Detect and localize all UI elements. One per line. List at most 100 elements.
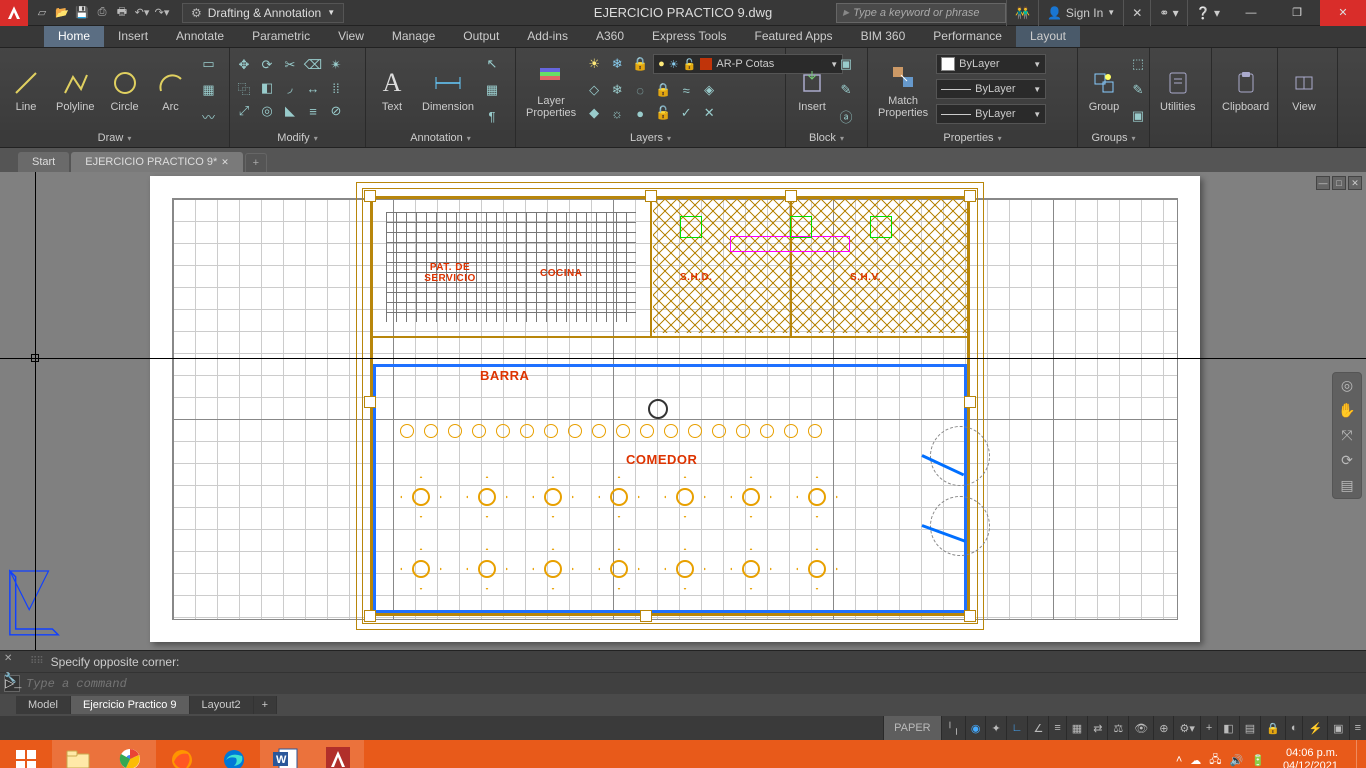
insert-block-button[interactable]: Insert (790, 52, 834, 128)
annoscale-icon[interactable]: ⚖ (1107, 716, 1128, 740)
panel-properties-title[interactable]: Properties (868, 130, 1077, 147)
lineweight-icon[interactable]: ≡ (1048, 716, 1065, 740)
new-icon[interactable]: ▱ (34, 5, 50, 21)
otrack-icon[interactable]: ∠ (1027, 716, 1048, 740)
dimension-button[interactable]: Dimension (416, 52, 480, 128)
arc-button[interactable]: Arc (149, 52, 193, 128)
save-icon[interactable]: 💾 (74, 5, 90, 21)
polyline-button[interactable]: Polyline (50, 52, 101, 128)
chamfer-icon[interactable]: ◣ (280, 101, 300, 121)
autoadd-icon[interactable]: ⊕ (1153, 716, 1173, 740)
panel-groups-title[interactable]: Groups (1078, 130, 1149, 147)
task-explorer[interactable] (52, 740, 104, 768)
block-attr-icon[interactable]: ⓐ (836, 106, 856, 126)
tab-add-layout[interactable]: + (254, 696, 277, 714)
task-edge[interactable] (208, 740, 260, 768)
tab-layout2[interactable]: Layout2 (190, 696, 254, 714)
task-word[interactable]: W (260, 740, 312, 768)
transparency-icon[interactable]: ▦ (1066, 716, 1087, 740)
filetab-add[interactable]: + (245, 153, 267, 172)
panel-modify-title[interactable]: Modify (230, 130, 365, 147)
ortho-icon[interactable]: ◉ (965, 716, 986, 740)
group-bbox-icon[interactable]: ▣ (1128, 106, 1148, 126)
steering-wheel-icon[interactable]: ◎ (1341, 377, 1353, 394)
mirror-icon[interactable]: ◧ (257, 78, 277, 98)
stay-connected-icon[interactable]: ⚭ ▾ (1150, 0, 1186, 26)
vp-maximize-icon[interactable]: □ (1332, 176, 1346, 190)
taskbar-clock[interactable]: 04:06 p.m. 04/12/2021 (1275, 747, 1346, 768)
panel-block-title[interactable]: Block (786, 130, 867, 147)
copy-icon[interactable]: ⿻ (234, 78, 254, 98)
group-button[interactable]: Group (1082, 52, 1126, 128)
tab-featured[interactable]: Featured Apps (741, 26, 847, 47)
cmd-grip-icon[interactable]: ⠿⠿ (30, 656, 43, 667)
osnap-icon[interactable]: ∟ (1006, 716, 1028, 740)
tab-model[interactable]: Model (16, 696, 71, 714)
layer-lock-icon[interactable]: 🔒 (630, 54, 650, 74)
tab-parametric[interactable]: Parametric (238, 26, 324, 47)
circle-button[interactable]: Circle (103, 52, 147, 128)
line-button[interactable]: Line (4, 52, 48, 128)
tab-a360[interactable]: A360 (582, 26, 638, 47)
tab-layout1[interactable]: Ejercicio Practico 9 (71, 696, 190, 714)
help-icon[interactable]: ❔ ▾ (1187, 0, 1228, 26)
layiso-icon[interactable]: ◇ (584, 80, 604, 100)
filetab-close-icon[interactable]: ✕ (221, 157, 229, 168)
layoff-icon[interactable]: ◌ (630, 80, 650, 100)
lock-ui-icon[interactable]: 🔒 (1260, 716, 1285, 740)
table-icon[interactable]: ▦ (482, 80, 502, 100)
hatch-icon[interactable]: ▦ (199, 80, 219, 100)
layer-freeze-icon[interactable]: ❄ (607, 54, 627, 74)
infocenter-icon[interactable]: 👬 (1006, 0, 1038, 26)
laylck-icon[interactable]: 🔒 (653, 80, 673, 100)
quick-properties-icon[interactable]: ▤ (1239, 716, 1260, 740)
erase-icon[interactable]: ⌫ (303, 55, 323, 75)
clean-screen-icon[interactable]: ▣ (1327, 716, 1348, 740)
filetab-current[interactable]: EJERCICIO PRACTICO 9*✕ (71, 152, 243, 172)
isolate-icon[interactable]: ◐ (1285, 716, 1303, 740)
align-icon[interactable]: ≡ (303, 101, 323, 121)
sign-in-button[interactable]: 👤 Sign In ▼ (1038, 0, 1123, 26)
tray-battery-icon[interactable]: 🔋 (1251, 754, 1265, 767)
offset-icon[interactable]: ◎ (257, 101, 277, 121)
workspace-switch-icon[interactable]: ⚙▾ (1173, 716, 1199, 740)
maximize-button[interactable]: ❐ (1274, 0, 1320, 26)
task-autocad[interactable] (312, 740, 364, 768)
clipboard-button[interactable]: Clipboard (1216, 52, 1275, 128)
tray-chevron-icon[interactable]: ˄ (1176, 754, 1182, 766)
tray-onedrive-icon[interactable]: ☁ (1190, 754, 1201, 767)
pan-icon[interactable]: ✋ (1338, 402, 1355, 419)
start-button[interactable] (0, 740, 52, 768)
leader-icon[interactable]: ↖ (482, 54, 502, 74)
layon-icon[interactable]: ● (630, 103, 650, 123)
laythw-icon[interactable]: ☼ (607, 103, 627, 123)
laydel-icon[interactable]: ✕ (699, 103, 719, 123)
color-dropdown[interactable]: ByLayer▼ (936, 54, 1046, 74)
tab-annotate[interactable]: Annotate (162, 26, 238, 47)
command-input[interactable] (26, 677, 1362, 691)
show-desktop-button[interactable] (1356, 740, 1362, 768)
undo-icon[interactable]: ↶▾ (134, 5, 150, 21)
layer-properties-button[interactable]: Layer Properties (520, 52, 582, 128)
tab-express[interactable]: Express Tools (638, 26, 740, 47)
match-properties-button[interactable]: Match Properties (872, 52, 934, 128)
panel-layers-title[interactable]: Layers (516, 130, 785, 147)
tray-volume-icon[interactable]: 🔊 (1230, 754, 1244, 767)
cmd-close-icon[interactable]: ✕ (4, 653, 18, 667)
lineweight-dropdown[interactable]: ByLayer▼ (936, 79, 1046, 99)
stretch-icon[interactable]: ↔ (303, 78, 323, 98)
vp-minimize-icon[interactable]: — (1316, 176, 1330, 190)
hardware-accel-icon[interactable]: ⚡ (1302, 716, 1327, 740)
customize-status-icon[interactable]: ≡ (1349, 716, 1366, 740)
rotate-icon[interactable]: ⟳ (257, 55, 277, 75)
utilities-button[interactable]: Utilities (1154, 52, 1201, 128)
search-input[interactable]: Type a keyword or phrase (836, 3, 1006, 23)
ungroup-icon[interactable]: ⬚ (1128, 54, 1148, 74)
task-firefox[interactable] (156, 740, 208, 768)
annotation-monitor-icon[interactable]: + (1200, 716, 1217, 740)
view-button[interactable]: View (1282, 52, 1326, 128)
showmotion-icon[interactable]: ▤ (1340, 477, 1353, 494)
tray-network-icon[interactable]: 🖧 (1209, 751, 1221, 768)
rectangle-icon[interactable]: ▭ (199, 54, 219, 74)
move-icon[interactable]: ✥ (234, 55, 254, 75)
